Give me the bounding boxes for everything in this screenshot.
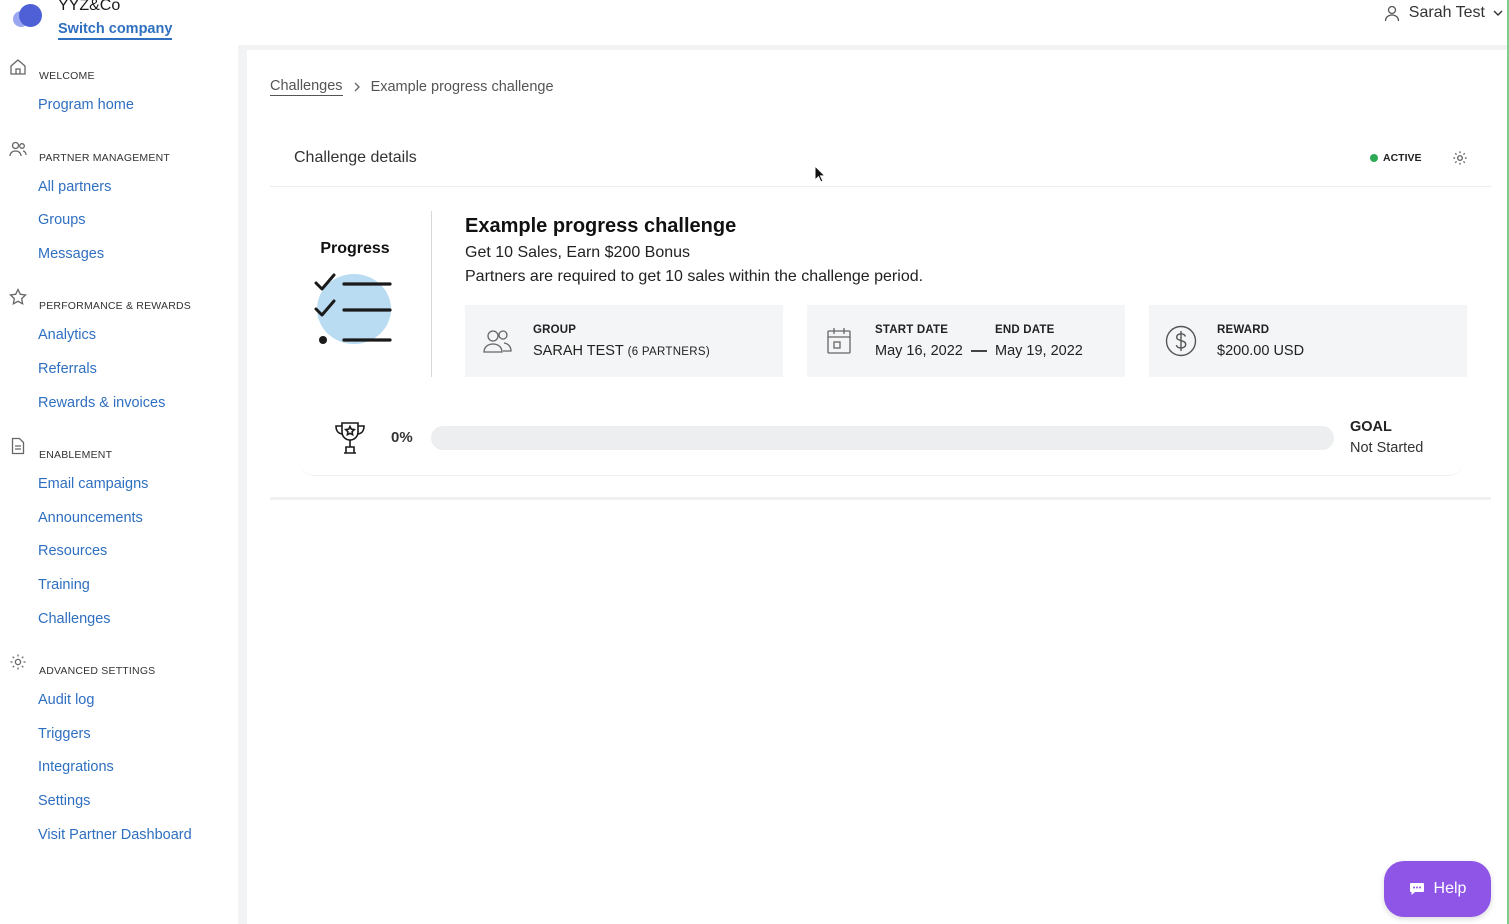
sidebar-item-groups[interactable]: Groups — [38, 212, 86, 228]
goal-label: GOAL — [1350, 419, 1392, 435]
sidebar-item-training[interactable]: Training — [38, 577, 90, 593]
top-bar: YYZ&Co Switch company Sarah Test — [0, 0, 1509, 45]
group-name: SARAH TEST — [533, 343, 624, 359]
challenge-details-card: Challenge details ACTIVE Progress Exampl… — [270, 130, 1491, 500]
settings-gear-icon[interactable] — [1452, 150, 1468, 166]
chat-icon — [1409, 882, 1425, 896]
date-separator — [971, 350, 987, 352]
breadcrumb: Challenges Example progress challenge — [270, 78, 554, 96]
sidebar-item-visit-partner-dashboard[interactable]: Visit Partner Dashboard — [38, 827, 192, 843]
reward-info-box: REWARD $200.00 USD — [1149, 305, 1467, 377]
sidebar-item-challenges[interactable]: Challenges — [38, 611, 111, 627]
document-icon — [9, 437, 27, 455]
sidebar-item-rewards-invoices[interactable]: Rewards & invoices — [38, 395, 165, 411]
sidebar-item-triggers[interactable]: Triggers — [38, 726, 91, 742]
sidebar: WELCOME Program home PARTNER MANAGEMENT … — [0, 45, 238, 924]
user-name: Sarah Test — [1408, 4, 1485, 21]
company-name: YYZ&Co — [58, 0, 121, 14]
start-date-label: START DATE — [875, 324, 949, 336]
help-label: Help — [1433, 880, 1467, 897]
switch-company-link[interactable]: Switch company — [58, 21, 173, 40]
user-menu[interactable]: Sarah Test — [1383, 4, 1503, 22]
people-icon — [9, 140, 27, 158]
chevron-down-icon — [1493, 9, 1503, 17]
sidebar-item-resources[interactable]: Resources — [38, 543, 107, 559]
challenge-type-label: Progress — [320, 240, 390, 257]
card-title: Challenge details — [294, 149, 417, 166]
reward-value: $200.00 USD — [1217, 343, 1305, 359]
calendar-icon — [823, 325, 855, 357]
sidebar-section-title: PERFORMANCE & REWARDS — [39, 300, 191, 312]
chevron-right-icon — [353, 82, 361, 92]
end-date-label: END DATE — [995, 324, 1055, 336]
goal-value: Not Started — [1350, 440, 1424, 456]
sidebar-item-all-partners[interactable]: All partners — [38, 179, 111, 195]
sidebar-item-referrals[interactable]: Referrals — [38, 361, 97, 377]
sidebar-item-email-campaigns[interactable]: Email campaigns — [38, 476, 148, 492]
group-label: GROUP — [533, 324, 577, 336]
reward-label: REWARD — [1217, 324, 1270, 336]
sidebar-section-title: PARTNER MANAGEMENT — [39, 152, 170, 164]
checklist-icon — [314, 269, 398, 345]
challenge-type-box: Progress — [270, 211, 432, 377]
sidebar-item-announcements[interactable]: Announcements — [38, 510, 143, 526]
breadcrumb-challenges-link[interactable]: Challenges — [270, 78, 343, 96]
challenge-description: Partners are required to get 10 sales wi… — [465, 268, 924, 285]
challenge-title: Example progress challenge — [465, 215, 737, 237]
gear-icon — [9, 653, 27, 671]
user-icon — [1383, 4, 1401, 22]
sidebar-item-audit-log[interactable]: Audit log — [38, 692, 94, 708]
group-people-icon — [481, 325, 513, 357]
company-logo — [13, 3, 43, 33]
challenge-subtitle: Get 10 Sales, Earn $200 Bonus — [465, 244, 691, 261]
sidebar-section-title: WELCOME — [39, 70, 95, 82]
star-icon — [9, 288, 27, 306]
trophy-icon — [332, 420, 368, 456]
divider — [270, 186, 1491, 187]
sidebar-item-settings[interactable]: Settings — [38, 793, 90, 809]
sidebar-item-program-home[interactable]: Program home — [38, 97, 134, 113]
breadcrumb-current: Example progress challenge — [370, 79, 554, 95]
dollar-icon — [1165, 325, 1197, 357]
help-button[interactable]: Help — [1384, 861, 1491, 917]
end-date-value: May 19, 2022 — [995, 343, 1083, 359]
status-badge: ACTIVE — [1370, 152, 1422, 164]
home-icon — [9, 58, 27, 76]
mouse-cursor-icon — [814, 164, 827, 183]
sidebar-item-integrations[interactable]: Integrations — [38, 759, 114, 775]
sidebar-section-title: ADVANCED SETTINGS — [39, 665, 156, 677]
progress-bar — [431, 426, 1334, 450]
group-info-box: GROUP SARAH TEST (6 PARTNERS) — [465, 305, 783, 377]
sidebar-item-messages[interactable]: Messages — [38, 246, 104, 262]
start-date-value: May 16, 2022 — [875, 343, 963, 359]
progress-percent: 0% — [391, 429, 413, 446]
progress-row: 0% GOAL Not Started — [300, 402, 1463, 476]
sidebar-item-analytics[interactable]: Analytics — [38, 327, 96, 343]
sidebar-section-title: ENABLEMENT — [39, 449, 113, 461]
status-dot — [1370, 154, 1378, 162]
dates-info-box: START DATE May 16, 2022 END DATE May 19,… — [807, 305, 1125, 377]
status-label: ACTIVE — [1383, 152, 1422, 164]
group-partner-count: (6 PARTNERS) — [627, 346, 710, 358]
group-value: SARAH TEST (6 PARTNERS) — [533, 343, 710, 359]
